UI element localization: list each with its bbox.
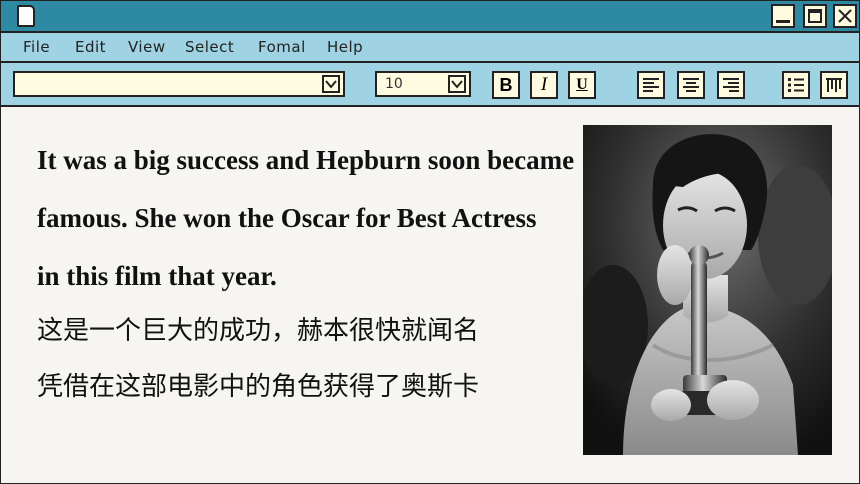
portrait-photo [583,125,832,455]
photo-image [583,125,832,455]
chevron-down-icon [325,80,337,89]
maximize-button[interactable] [803,4,827,28]
style-dropdown-button[interactable] [322,75,340,93]
align-center-button[interactable] [677,71,705,99]
columns-icon [826,78,842,92]
english-line: famous. She won the Oscar for Best Actre… [37,203,537,233]
align-left-button[interactable] [637,71,665,99]
chevron-down-icon [451,80,463,89]
chinese-paragraph: 这是一个巨大的成功，赫本很快就闻名 凭借在这部电影中的角色获得了奥斯卡 [37,303,597,415]
format-toolbar: 10 B I U [1,63,859,107]
style-select[interactable] [13,71,345,97]
menu-file[interactable]: File [23,38,50,56]
menu-help[interactable]: Help [327,38,363,56]
menu-edit[interactable]: Edit [75,38,106,56]
bold-button[interactable]: B [492,71,520,99]
close-icon [838,9,852,23]
menu-bar: File Edit View Select Fomal Help [1,33,859,63]
menu-select[interactable]: Select [185,38,234,56]
italic-button[interactable]: I [530,71,558,99]
bullet-list-icon [788,78,804,92]
font-size-select[interactable]: 10 [375,71,471,97]
align-right-icon [723,78,739,92]
english-line: in this film that year. [37,261,277,291]
english-line: It was a big success and Hepburn soon be… [37,145,575,175]
align-center-icon [683,78,699,92]
font-size-value: 10 [385,76,403,92]
close-button[interactable] [833,4,857,28]
menu-format[interactable]: Fomal [258,38,306,56]
english-paragraph: It was a big success and Hepburn soon be… [37,131,597,305]
align-right-button[interactable] [717,71,745,99]
columns-button[interactable] [820,71,848,99]
minimize-button[interactable] [771,4,795,28]
menu-view[interactable]: View [128,38,166,56]
align-left-icon [643,78,659,92]
font-size-dropdown-button[interactable] [448,75,466,93]
chinese-line: 这是一个巨大的成功，赫本很快就闻名 [37,316,480,346]
document-icon [17,5,35,27]
document-area[interactable]: It was a big success and Hepburn soon be… [1,107,859,483]
chinese-line: 凭借在这部电影中的角色获得了奥斯卡 [37,372,480,402]
editor-window: File Edit View Select Fomal Help 10 B I [0,0,860,484]
bullet-list-button[interactable] [782,71,810,99]
underline-button[interactable]: U [568,71,596,99]
title-bar [1,1,859,33]
